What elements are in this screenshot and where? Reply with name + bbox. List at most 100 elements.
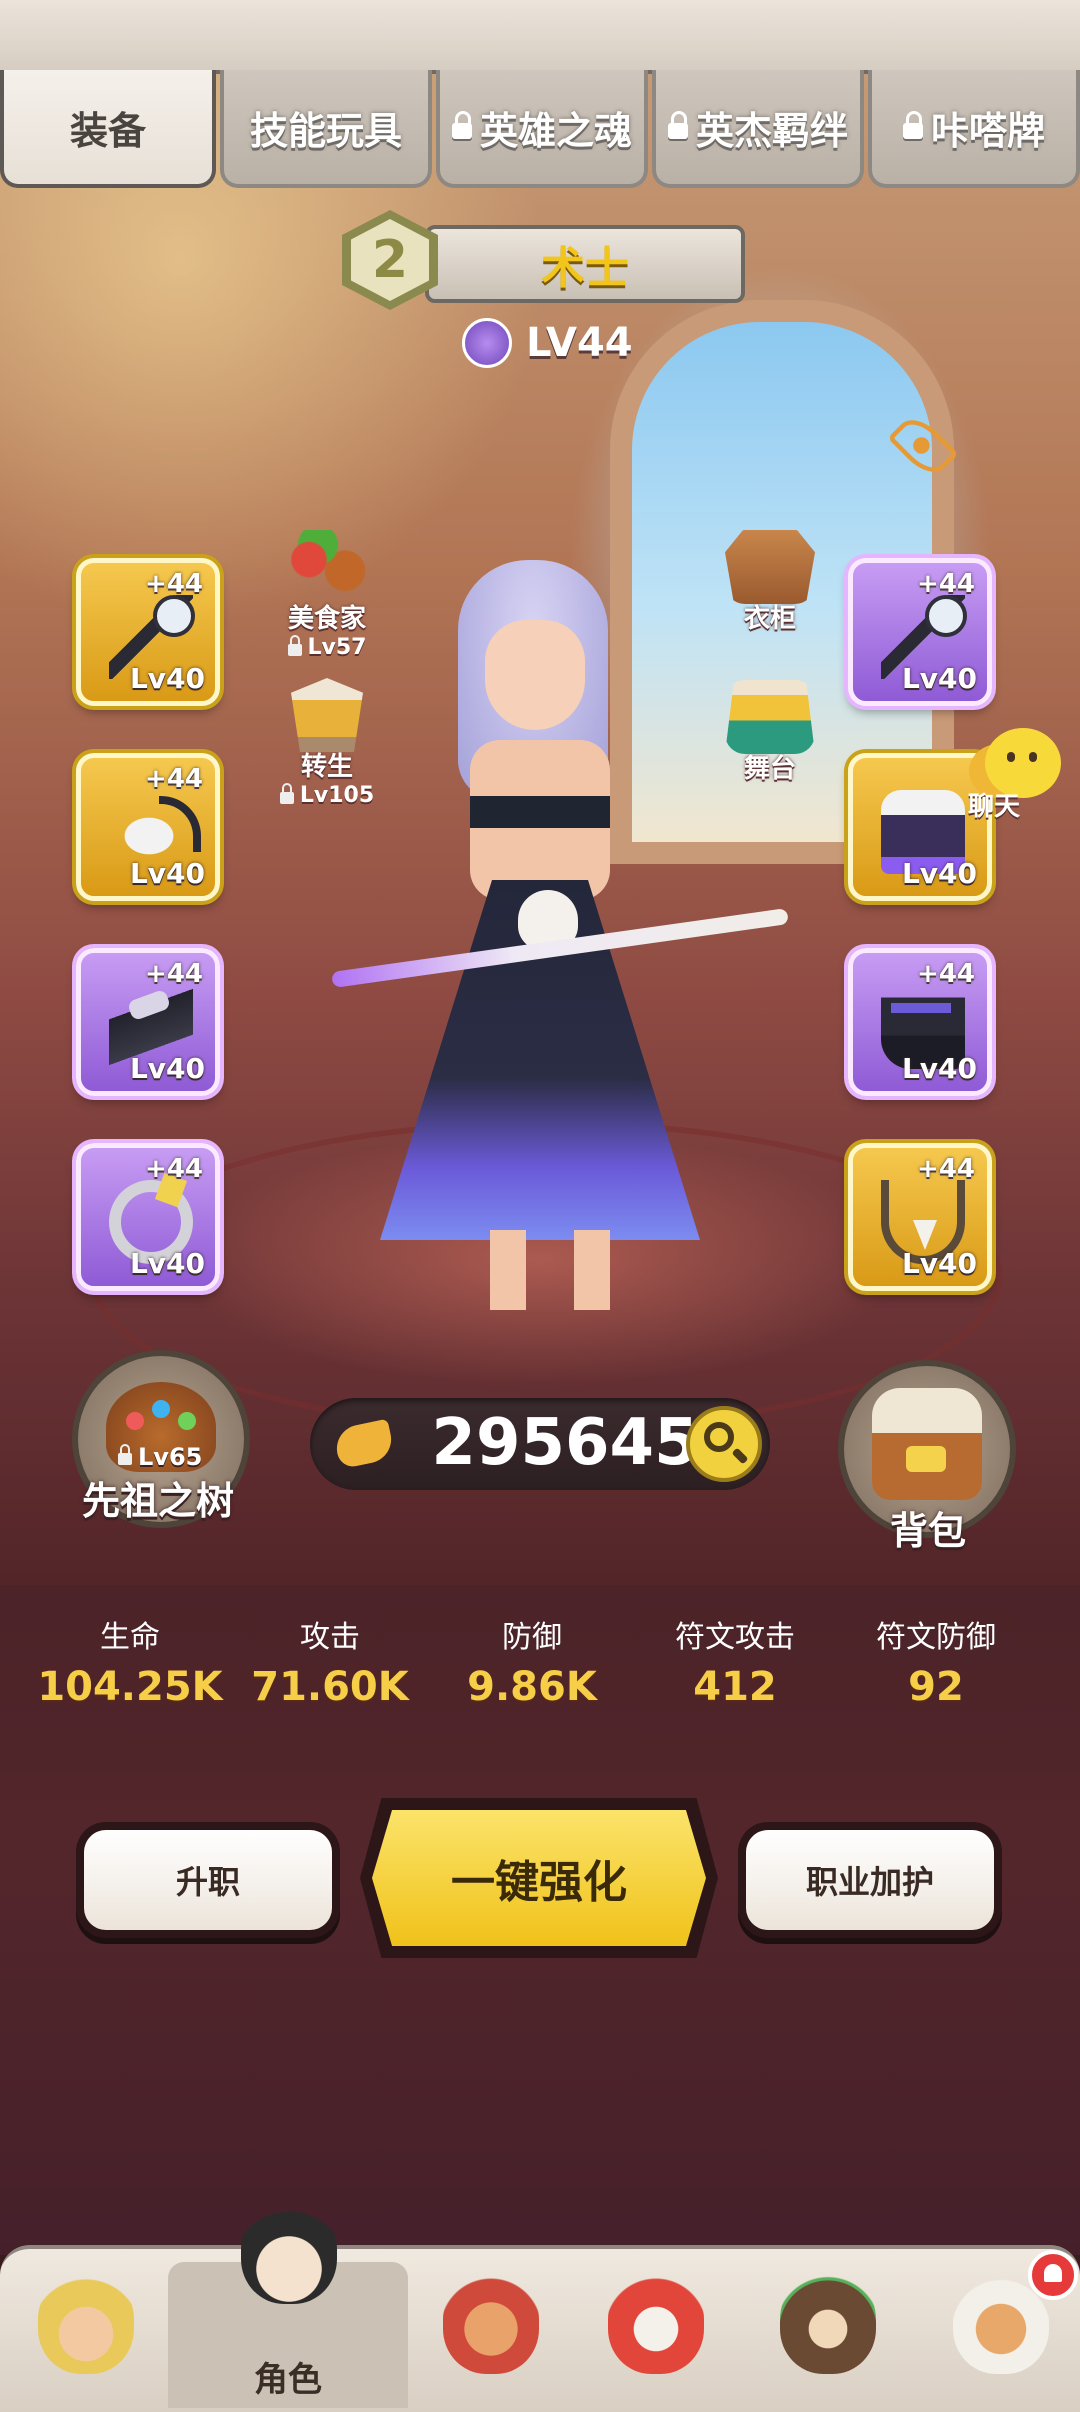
- backpack-icon: [872, 1388, 982, 1500]
- nav-role-label: 角色: [254, 2360, 322, 2400]
- enhance-level: +44: [145, 1154, 203, 1184]
- upgrade-all-label: 一键强化: [451, 1857, 627, 1908]
- lock-icon: [451, 111, 472, 139]
- nav-item-guild[interactable]: [752, 2260, 902, 2408]
- gourmet-lock: Lv57: [262, 634, 392, 660]
- equip-slot-offhand[interactable]: +44 Lv40: [848, 558, 992, 706]
- search-icon[interactable]: [686, 1406, 762, 1482]
- tab-label: 英杰羁绊: [695, 108, 848, 153]
- rebirth-altar-icon: [291, 678, 363, 752]
- tab-hero-bond[interactable]: 英杰羁绊: [652, 70, 864, 188]
- tab-label: 装备: [69, 108, 146, 153]
- stat-value: 71.60K: [251, 1664, 409, 1710]
- stat-value: 92: [908, 1664, 964, 1710]
- class-guard-label: 职业加护: [805, 1863, 934, 1901]
- lock-icon: [667, 111, 688, 139]
- stage-icon: [725, 680, 815, 754]
- promote-button[interactable]: 升职: [84, 1830, 332, 1930]
- character-face: [485, 620, 585, 730]
- gourmet-button[interactable]: 美食家 Lv57: [262, 530, 392, 660]
- enhance-level: +44: [145, 569, 203, 599]
- item-level: Lv40: [901, 1052, 977, 1085]
- chief-avatar-icon: [443, 2274, 539, 2374]
- gourmet-label: 美食家: [287, 604, 366, 634]
- combat-power-value: 295645: [431, 1406, 699, 1480]
- hero-level: LV44: [526, 320, 633, 366]
- equip-slot-armor[interactable]: Lv40: [848, 753, 992, 901]
- upgrade-all-button[interactable]: 一键强化: [372, 1810, 706, 1946]
- enhance-level: +44: [917, 569, 975, 599]
- character-legs: [490, 1230, 610, 1310]
- item-level: Lv40: [129, 857, 205, 890]
- unlock-level: Lv65: [138, 1443, 203, 1471]
- stat-hp: 生命 104.25K: [30, 1612, 230, 1710]
- item-level: Lv40: [901, 857, 977, 890]
- stat-label: 攻击: [300, 1620, 360, 1655]
- stat-label: 符文防御: [876, 1620, 996, 1655]
- stat-rune-defense: 符文防御 92: [836, 1612, 1036, 1710]
- nav-item-role[interactable]: [213, 2190, 363, 2338]
- equip-slot-necklace[interactable]: +44 Lv40: [848, 1143, 992, 1291]
- lock-icon: [902, 111, 923, 139]
- stat-value: 104.25K: [37, 1664, 223, 1710]
- tab-click-cards[interactable]: 咔嗒牌: [868, 70, 1080, 188]
- tab-equipment[interactable]: 装备: [0, 70, 216, 188]
- nav-item-pets[interactable]: [580, 2260, 730, 2408]
- wardrobe-icon: [725, 530, 815, 604]
- tab-label: 技能玩具: [249, 108, 402, 153]
- lock-icon: [287, 634, 302, 656]
- tab-hero-soul[interactable]: 英雄之魂: [436, 70, 648, 188]
- promote-label: 升职: [175, 1863, 240, 1901]
- equip-slot-boots[interactable]: +44 Lv40: [848, 948, 992, 1096]
- item-level: Lv40: [129, 662, 205, 695]
- stat-value: 9.86K: [467, 1664, 597, 1710]
- enhance-level: +44: [145, 959, 203, 989]
- tab-skill-toys[interactable]: 技能玩具: [220, 70, 432, 188]
- stage-button[interactable]: 舞台: [705, 680, 835, 785]
- chat-label[interactable]: 聊天: [968, 786, 1020, 823]
- equip-slot-weapon[interactable]: +44 Lv40: [76, 558, 220, 706]
- stat-attack: 攻击 71.60K: [230, 1612, 430, 1710]
- ancestor-tree-lock: Lv65: [118, 1443, 202, 1471]
- stat-rune-attack: 符文攻击 412: [635, 1612, 835, 1710]
- tab-label: 英雄之魂: [479, 108, 632, 153]
- equip-slot-gloves[interactable]: +44 Lv40: [76, 948, 220, 1096]
- rebirth-button[interactable]: 转生 Lv105: [262, 678, 392, 808]
- rank-number: 2: [351, 219, 429, 301]
- rebirth-lock: Lv105: [262, 782, 392, 808]
- wardrobe-button[interactable]: 衣柜: [705, 530, 835, 635]
- stat-defense: 防御 9.86K: [432, 1612, 632, 1710]
- item-level: Lv40: [901, 662, 977, 695]
- level-icon: [462, 318, 512, 368]
- ancestor-tree-label: 先祖之树: [82, 1479, 235, 1523]
- lock-icon: [279, 782, 294, 804]
- caveman-avatar-icon: [38, 2274, 134, 2374]
- class-guard-button[interactable]: 职业加护: [746, 1830, 994, 1930]
- item-level: Lv40: [129, 1052, 205, 1085]
- notification-bell-icon[interactable]: [1028, 2250, 1078, 2300]
- enhance-level: +44: [145, 764, 203, 794]
- hero-avatar-icon: [241, 2204, 337, 2304]
- character-torso: [470, 740, 610, 900]
- enhance-level: +44: [917, 1154, 975, 1184]
- muscle-icon: [332, 1418, 396, 1470]
- item-level: Lv40: [129, 1247, 205, 1280]
- class-name: 术士: [541, 243, 629, 294]
- top-bar: [0, 0, 1080, 74]
- equip-slot-helmet[interactable]: +44 Lv40: [76, 753, 220, 901]
- stat-label: 生命: [100, 1620, 160, 1655]
- class-name-plate[interactable]: 术士: [425, 225, 745, 303]
- stat-label: 防御: [502, 1620, 562, 1655]
- nav-item-tribe[interactable]: [10, 2260, 160, 2408]
- hero-level-row: LV44: [462, 315, 633, 371]
- hero-character[interactable]: [331, 560, 789, 1320]
- equip-slot-ring[interactable]: +44 Lv40: [76, 1143, 220, 1291]
- bear-avatar-icon: [780, 2274, 876, 2374]
- backpack-label: 背包: [890, 1509, 967, 1553]
- food-basket-icon: [282, 530, 372, 604]
- unlock-level: Lv105: [299, 783, 375, 808]
- enhance-level: +44: [917, 959, 975, 989]
- unlock-level: Lv57: [307, 635, 367, 660]
- stat-label: 符文攻击: [675, 1620, 795, 1655]
- nav-item-adventure[interactable]: [415, 2260, 565, 2408]
